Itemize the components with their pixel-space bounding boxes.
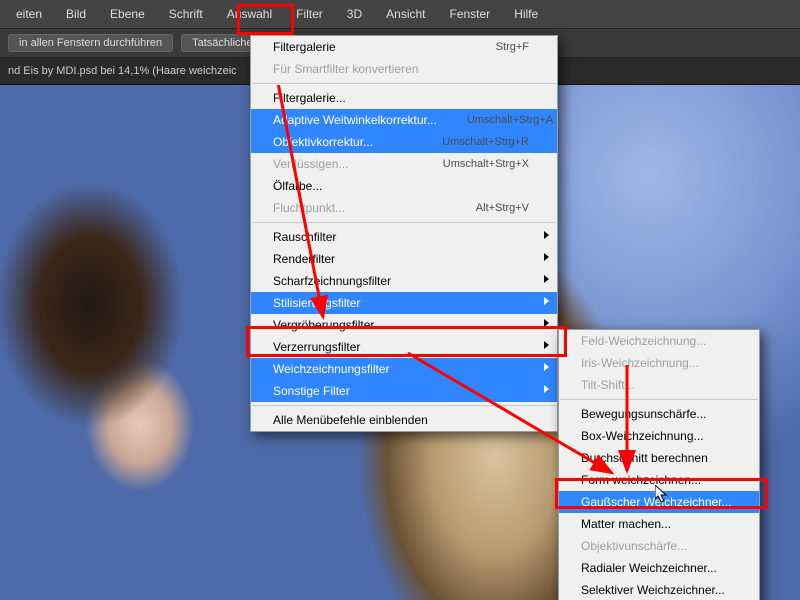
menu-shortcut: Umschalt+Strg+X	[443, 158, 529, 170]
menu-item-label: Tilt-Shift...	[581, 378, 635, 392]
filter-menu-item[interactable]: Weichzeichnungsfilter	[251, 358, 557, 380]
filter-menu-item: Fluchtpunkt... Alt+Strg+V	[251, 197, 557, 219]
filter-menu-item[interactable]: Sonstige Filter	[251, 380, 557, 402]
filter-menu-item[interactable]: Filtergalerie...	[251, 87, 557, 109]
chevron-right-icon	[544, 275, 549, 283]
filter-menu-item[interactable]: Alle Menübefehle einblenden	[251, 409, 557, 431]
menu-item-label: Vergröberungsfilter	[273, 318, 374, 332]
menu-item[interactable]: Auswahl	[215, 0, 284, 28]
menu-item-label: Für Smartfilter konvertieren	[273, 62, 418, 76]
menu-item-label: Filtergalerie	[273, 40, 336, 54]
filter-menu-item[interactable]: Scharfzeichnungsfilter	[251, 270, 557, 292]
menu-shortcut: Umschalt+Strg+R	[442, 136, 529, 148]
menu-item-label: Weichzeichnungsfilter	[273, 362, 390, 376]
blur-submenu-item[interactable]: Bewegungsunschärfe...	[559, 403, 759, 425]
menu-item-label: Radialer Weichzeichner...	[581, 561, 717, 575]
menu-item-label: Bewegungsunschärfe...	[581, 407, 706, 421]
menu-separator	[252, 405, 556, 406]
filter-menu-item: Für Smartfilter konvertieren	[251, 58, 557, 80]
menu-item[interactable]: Ebene	[98, 0, 157, 28]
menu-item-label: Sonstige Filter	[273, 384, 350, 398]
blur-submenu: Feld-Weichzeichnung... Iris-Weichzeichnun…	[558, 329, 760, 600]
chevron-right-icon	[544, 231, 549, 239]
blur-submenu-item: Iris-Weichzeichnung...	[559, 352, 759, 374]
menu-item-label: Fluchtpunkt...	[273, 201, 345, 215]
menu-item[interactable]: Hilfe	[502, 0, 550, 28]
menu-item-label: Ölfarbe...	[273, 179, 322, 193]
chevron-right-icon	[544, 319, 549, 327]
filter-menu-item[interactable]: Objektivkorrektur... Umschalt+Strg+R	[251, 131, 557, 153]
menu-item-label: Scharfzeichnungsfilter	[273, 274, 391, 288]
blur-submenu-item[interactable]: Durchschnitt berechnen	[559, 447, 759, 469]
chevron-right-icon	[544, 253, 549, 261]
toolbar-button[interactable]: in allen Fenstern durchführen	[8, 34, 173, 52]
menu-item-label: Adaptive Weitwinkelkorrektur...	[273, 113, 437, 127]
filter-menu-item[interactable]: Ölfarbe...	[251, 175, 557, 197]
document-title: nd Eis by MDI.psd bei 14,1% (Haare weich…	[8, 65, 237, 77]
menu-item[interactable]: Bild	[54, 0, 98, 28]
blur-submenu-item[interactable]: Selektiver Weichzeichner...	[559, 579, 759, 600]
cursor-icon	[655, 485, 669, 505]
blur-submenu-item: Objektivunschärfe...	[559, 535, 759, 557]
filter-menu-item[interactable]: Filtergalerie Strg+F	[251, 36, 557, 58]
menu-item[interactable]: Ansicht	[374, 0, 437, 28]
canvas-area: FiltergalerieStrg+FFür Smartfilter konve…	[0, 85, 800, 600]
menu-item-label: Form weichzeichnen...	[581, 473, 701, 487]
menu-item[interactable]: 3D	[335, 0, 374, 28]
menu-item-label: Rauschfilter	[273, 230, 336, 244]
menu-item-label: Verflüssigen...	[273, 157, 348, 171]
filter-menu-item[interactable]: Stilisierungsfilter	[251, 292, 557, 314]
menu-separator	[252, 222, 556, 223]
menu-filter[interactable]: Filter	[284, 0, 335, 28]
menu-item-label: Durchschnitt berechnen	[581, 451, 708, 465]
chevron-right-icon	[544, 297, 549, 305]
filter-menu-item[interactable]: Adaptive Weitwinkelkorrektur... Umschalt+…	[251, 109, 557, 131]
filter-menu-item[interactable]: Vergröberungsfilter	[251, 314, 557, 336]
menu-item-label: Alle Menübefehle einblenden	[273, 413, 428, 427]
filter-menu-item[interactable]: Rauschfilter	[251, 226, 557, 248]
blur-submenu-item: Tilt-Shift...	[559, 374, 759, 396]
filter-menu: Filtergalerie Strg+F Für Smartfilter konve…	[250, 35, 558, 432]
menu-item-label: Matter machen...	[581, 517, 671, 531]
menu-item-label: Iris-Weichzeichnung...	[581, 356, 699, 370]
filter-menu-item[interactable]: Verzerrungsfilter	[251, 336, 557, 358]
menu-shortcut: Alt+Strg+V	[476, 202, 529, 214]
menu-shortcut: Strg+F	[496, 41, 529, 53]
chevron-right-icon	[544, 341, 549, 349]
menu-item-label: Filtergalerie...	[273, 91, 346, 105]
menu-item-label: Stilisierungsfilter	[273, 296, 360, 310]
menu-item-label: Renderfilter	[273, 252, 335, 266]
chevron-right-icon	[544, 363, 549, 371]
menu-item-label: Selektiver Weichzeichner...	[581, 583, 725, 597]
menu-item[interactable]: eiten	[4, 0, 54, 28]
menu-item-label: Objektivunschärfe...	[581, 539, 687, 553]
menu-separator	[252, 83, 556, 84]
menu-shortcut: Umschalt+Strg+A	[467, 114, 553, 126]
chevron-right-icon	[544, 385, 549, 393]
blur-submenu-item[interactable]: Matter machen...	[559, 513, 759, 535]
filter-menu-item[interactable]: Renderfilter	[251, 248, 557, 270]
menu-separator	[560, 399, 758, 400]
menu-item[interactable]: Schrift	[157, 0, 215, 28]
blur-submenu-item[interactable]: Box-Weichzeichnung...	[559, 425, 759, 447]
menu-item-label: Verzerrungsfilter	[273, 340, 360, 354]
menu-item-label: Feld-Weichzeichnung...	[581, 334, 706, 348]
blur-submenu-item: Feld-Weichzeichnung...	[559, 330, 759, 352]
blur-submenu-item[interactable]: Radialer Weichzeichner...	[559, 557, 759, 579]
menu-item[interactable]: Fenster	[438, 0, 503, 28]
menu-item-label: Box-Weichzeichnung...	[581, 429, 704, 443]
menu-item-label: Objektivkorrektur...	[273, 135, 373, 149]
filter-menu-item: Verflüssigen... Umschalt+Strg+X	[251, 153, 557, 175]
menubar: eiten Bild Ebene Schrift Auswahl Filter …	[0, 0, 800, 29]
